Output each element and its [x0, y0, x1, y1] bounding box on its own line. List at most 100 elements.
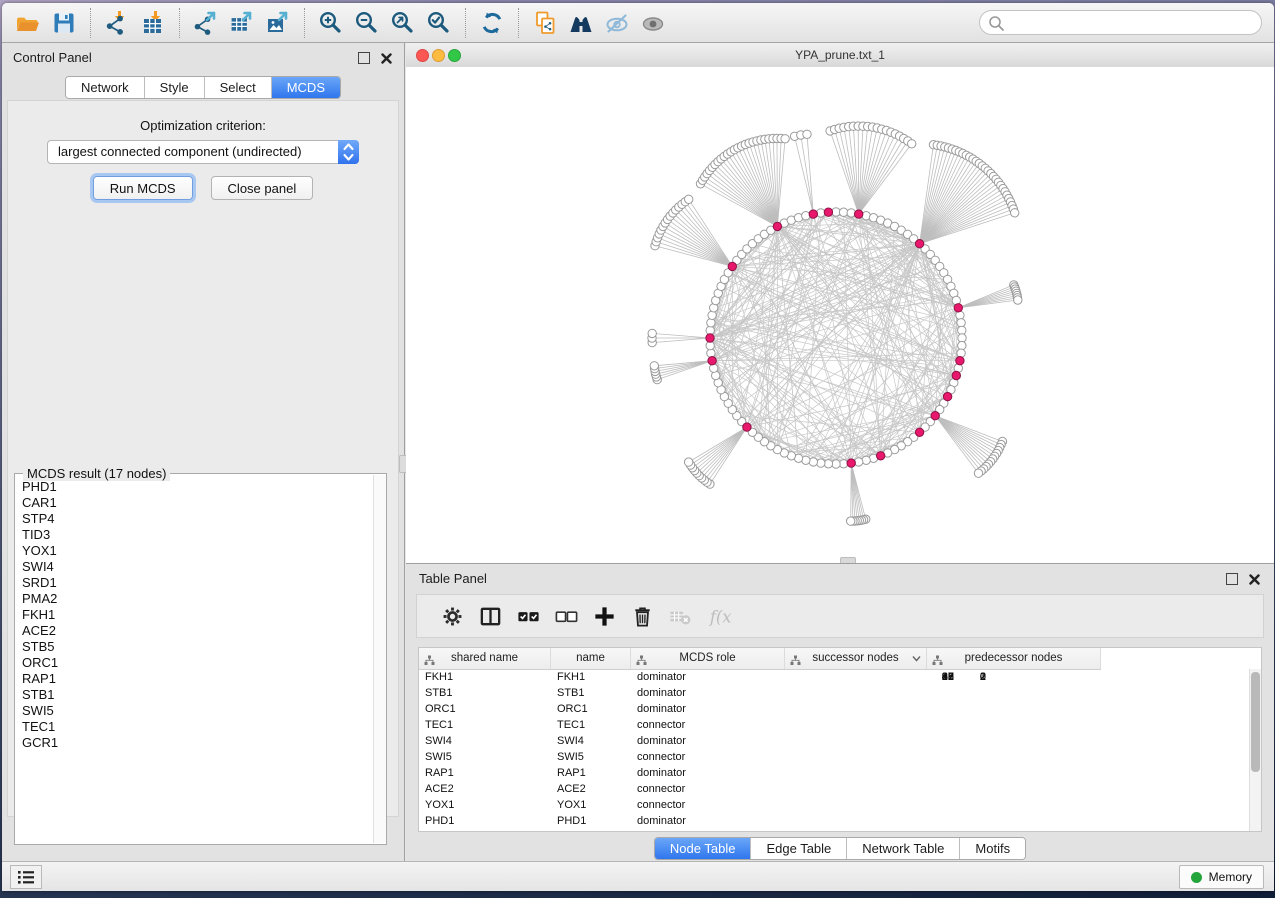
column-header-predecessor-nodes[interactable]: predecessor nodes	[927, 648, 1101, 669]
binoculars-icon	[568, 10, 594, 36]
zoom-out-icon	[354, 10, 380, 36]
toolbar-separator	[465, 8, 466, 38]
tab-select[interactable]: Select	[205, 77, 272, 98]
open-button[interactable]	[10, 7, 46, 39]
column-header-shared-name[interactable]: shared name	[419, 648, 551, 669]
close-panel-button[interactable]: Close panel	[211, 176, 314, 200]
table-cell: dominator	[631, 669, 785, 685]
columns-icon	[478, 604, 503, 629]
mcds-result-item[interactable]: CAR1	[22, 495, 373, 511]
deselect-all-button[interactable]	[547, 604, 585, 629]
tab-network-table[interactable]: Network Table	[847, 838, 960, 859]
mcds-result-item[interactable]: TEC1	[22, 719, 373, 735]
table-cell: dominator	[631, 733, 785, 749]
table-cell: SWI5	[419, 749, 551, 765]
mcds-result-item[interactable]: TID3	[22, 527, 373, 543]
search-box[interactable]	[979, 10, 1262, 35]
zoom-in-icon	[318, 10, 344, 36]
tab-style[interactable]: Style	[145, 77, 205, 98]
table-cell: FKH1	[551, 669, 631, 685]
mcds-result-item[interactable]: STB1	[22, 687, 373, 703]
table-cell: connector	[631, 717, 785, 733]
dropdown-stepper-icon	[338, 140, 359, 164]
memory-status-dot	[1191, 872, 1202, 883]
eye-button[interactable]	[635, 7, 671, 39]
columns-button[interactable]	[471, 604, 509, 629]
svg-text:f(x): f(x)	[708, 607, 730, 626]
tab-node-table[interactable]: Node Table	[655, 838, 752, 859]
table-cell: PHD1	[419, 813, 551, 829]
criterion-dropdown[interactable]: largest connected component (undirected)	[47, 140, 359, 164]
mcds-result-item[interactable]: STB5	[22, 639, 373, 655]
tab-edge-table[interactable]: Edge Table	[751, 838, 847, 859]
export-network-button[interactable]	[188, 7, 224, 39]
function-icon: f(x)	[706, 604, 731, 629]
column-header-successor-nodes[interactable]: successor nodes	[785, 648, 927, 669]
column-header-MCDS-role[interactable]: MCDS role	[631, 648, 785, 669]
clone-network-button[interactable]	[527, 7, 563, 39]
mcds-result-item[interactable]: RAP1	[22, 671, 373, 687]
column-header-name[interactable]: name	[551, 648, 631, 669]
mcds-result-item[interactable]: ORC1	[22, 655, 373, 671]
mcds-result-item[interactable]: ACE2	[22, 623, 373, 639]
network-window-titlebar[interactable]: YPA_prune.txt_1	[406, 43, 1274, 68]
table-scrollbar[interactable]	[1249, 669, 1261, 831]
import-network-icon	[104, 10, 130, 36]
table-row[interactable]: PHD1PHD1dominator180	[419, 813, 1250, 829]
mcds-result-item[interactable]: PMA2	[22, 591, 373, 607]
search-input[interactable]	[1010, 12, 1254, 35]
zoom-fit-button[interactable]	[385, 7, 421, 39]
mcds-list-scrollbar[interactable]	[373, 475, 386, 843]
memory-button[interactable]: Memory	[1179, 865, 1264, 889]
mcds-result-list[interactable]: PHD1CAR1STP4TID3YOX1SWI4SRD1PMA2FKH1ACE2…	[15, 479, 373, 843]
mcds-result-item[interactable]: SRD1	[22, 575, 373, 591]
export-table-icon	[229, 10, 255, 36]
network-graph[interactable]	[406, 67, 1274, 563]
tab-network[interactable]: Network	[66, 77, 145, 98]
float-panel-icon[interactable]	[1226, 573, 1238, 585]
float-panel-icon[interactable]	[358, 52, 370, 64]
refresh-button[interactable]	[474, 7, 510, 39]
binoculars-button[interactable]	[563, 7, 599, 39]
import-network-button[interactable]	[99, 7, 135, 39]
export-table-button[interactable]	[224, 7, 260, 39]
mcds-result-item[interactable]: GCR1	[22, 735, 373, 751]
mcds-result-item[interactable]: YOX1	[22, 543, 373, 559]
import-table-button[interactable]	[135, 7, 171, 39]
table-panel-tabs: Node TableEdge TableNetwork TableMotifs	[654, 837, 1026, 860]
close-panel-icon[interactable]	[381, 53, 392, 64]
tab-mcds[interactable]: MCDS	[272, 77, 340, 98]
network-canvas[interactable]	[406, 67, 1274, 563]
gear-button[interactable]	[433, 604, 471, 629]
table-scrollbar-thumb[interactable]	[1251, 672, 1260, 772]
tab-motifs[interactable]: Motifs	[960, 838, 1025, 859]
run-mcds-button[interactable]: Run MCDS	[93, 176, 193, 200]
export-image-button[interactable]	[260, 7, 296, 39]
tasks-list-button[interactable]	[10, 865, 42, 889]
table-cell: YOX1	[551, 797, 631, 813]
close-panel-icon[interactable]	[1249, 574, 1260, 585]
mcds-result-item[interactable]: FKH1	[22, 607, 373, 623]
select-all-button[interactable]	[509, 604, 547, 629]
add-button[interactable]	[585, 604, 623, 629]
mcds-result-item[interactable]: PHD1	[22, 479, 373, 495]
mcds-result-item[interactable]: SWI5	[22, 703, 373, 719]
save-button[interactable]	[46, 7, 82, 39]
eye-slash-button[interactable]	[599, 7, 635, 39]
zoom-in-button[interactable]	[313, 7, 349, 39]
select-all-icon	[516, 604, 541, 629]
eye-slash-icon	[604, 10, 630, 36]
mcds-result-item[interactable]: SWI4	[22, 559, 373, 575]
delete-button[interactable]	[623, 604, 661, 629]
mcds-result-box: MCDS result (17 nodes) PHD1CAR1STP4TID3Y…	[14, 473, 387, 845]
network-title: YPA_prune.txt_1	[406, 48, 1274, 62]
table-toolbar: f(x)	[416, 594, 1264, 638]
table-header-row: shared namenameMCDS rolesuccessor nodesp…	[419, 648, 1101, 670]
search-icon	[988, 15, 1005, 32]
zoom-out-button[interactable]	[349, 7, 385, 39]
zoom-selected-button[interactable]	[421, 7, 457, 39]
add-icon	[592, 604, 617, 629]
toolbar-separator	[304, 8, 305, 38]
mcds-result-item[interactable]: STP4	[22, 511, 373, 527]
clone-network-icon	[532, 10, 558, 36]
